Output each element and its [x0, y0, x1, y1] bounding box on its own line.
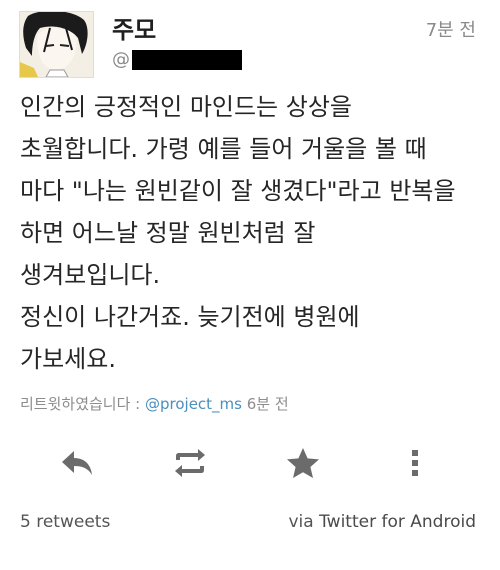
tweet-text-line: 하면 어느날 정말 원빈처럼 잘 [20, 219, 316, 247]
favorite-button[interactable] [278, 438, 328, 488]
reply-button[interactable] [52, 438, 102, 488]
retweet-info: 리트윗하였습니다 : @project_ms 6분 전 [20, 393, 289, 414]
avatar[interactable] [19, 11, 94, 78]
more-vertical-icon [412, 450, 418, 476]
retweeter-link[interactable]: @project_ms [145, 395, 242, 413]
favorite-star-icon [287, 448, 319, 478]
redaction-bar [132, 49, 242, 70]
tweet-time: 7분 전 [425, 20, 476, 41]
tweet-text-line: 정신이 나간거죠. 늦기전에 병원에 [20, 303, 360, 331]
retweet-time: 6분 전 [242, 395, 289, 413]
tweet-text-line: 생겨보입니다. [20, 261, 161, 289]
via-label: via [288, 512, 320, 532]
retweet-count-label: retweets [30, 512, 111, 532]
author-name[interactable]: 주모 [112, 10, 156, 45]
tweet-text-line: 인간의 긍정적인 마인드는 상상을 [20, 93, 353, 121]
retweet-button[interactable] [165, 438, 215, 488]
retweet-count-number: 5 [20, 512, 31, 532]
tweet-footer: 5 retweets via Twitter for Android [20, 512, 476, 532]
source-app[interactable]: via Twitter for Android [289, 512, 477, 532]
more-options-button[interactable] [390, 438, 440, 488]
handle-at-sign: @ [112, 49, 130, 70]
action-bar [0, 438, 500, 488]
reply-icon [62, 451, 92, 475]
author-handle[interactable]: @ [112, 49, 242, 70]
source-app-name: Twitter for Android [319, 512, 476, 532]
tweet-text: 인간의 긍정적인 마인드는 상상을 초월합니다. 가령 예를 들어 거울을 볼 … [20, 86, 485, 380]
retweet-icon [175, 449, 205, 477]
tweet-text-line: 초월합니다. 가령 예를 들어 거울을 볼 때 [20, 135, 427, 163]
tweet-text-line: 마다 "나는 원빈같이 잘 생겼다"라고 반복을 [20, 177, 456, 205]
tweet-text-line: 가보세요. [20, 345, 116, 373]
avatar-illustration [20, 12, 93, 77]
retweet-count[interactable]: 5 retweets [20, 512, 110, 532]
retweet-prefix: 리트윗하였습니다 : [20, 395, 145, 413]
